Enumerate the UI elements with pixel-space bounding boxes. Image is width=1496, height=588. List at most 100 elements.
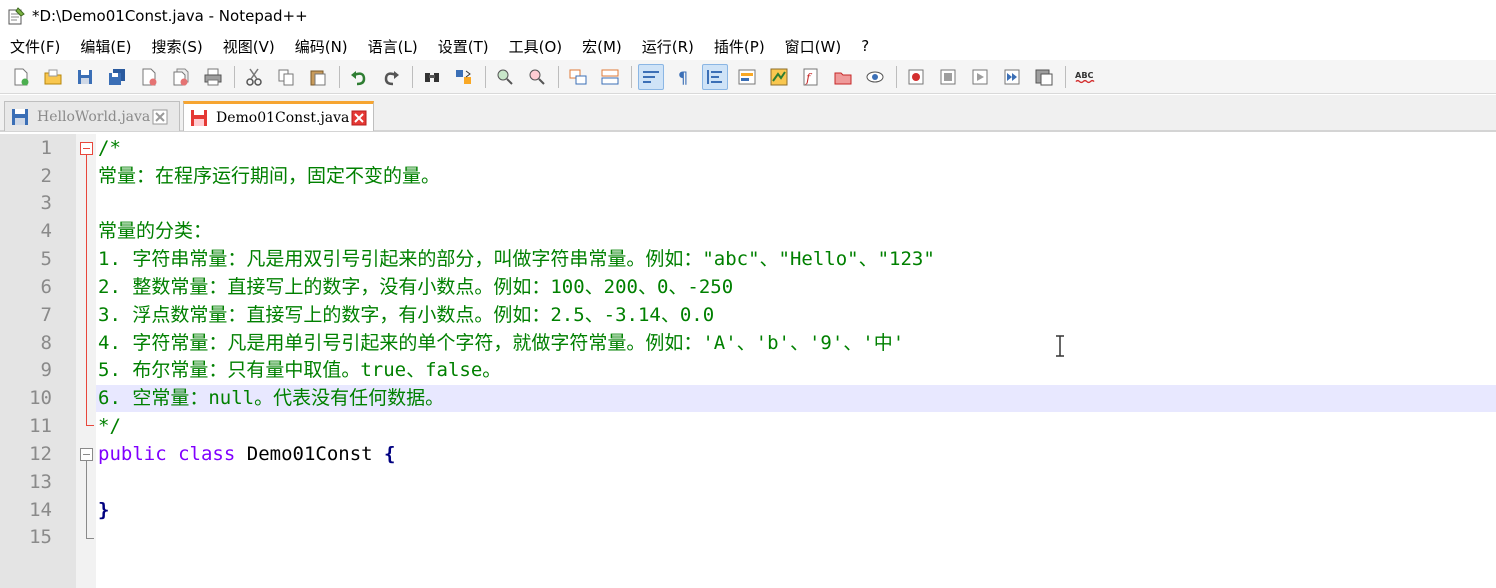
tab-helloworld[interactable]: HelloWorld.java	[4, 101, 180, 131]
copy-icon[interactable]	[273, 64, 299, 90]
menu-search[interactable]: 搜索(S)	[152, 36, 203, 57]
code-line: 4. 字符常量：凡是用单引号引起来的单个字符，就做字符常量。例如：'A'、'b'…	[98, 332, 905, 354]
line-number: 1	[40, 137, 52, 159]
menu-language[interactable]: 语言(L)	[368, 36, 418, 57]
paste-icon[interactable]	[305, 64, 331, 90]
line-number: 8	[40, 332, 52, 354]
stop-record-icon[interactable]	[935, 64, 961, 90]
keyword-public: public	[98, 443, 167, 465]
unsaved-file-icon	[191, 109, 207, 126]
monitoring-icon[interactable]	[862, 64, 888, 90]
fold-guide	[86, 155, 87, 425]
close-brace: }	[98, 499, 110, 521]
spell-check-icon[interactable]: ABC	[1072, 64, 1098, 90]
toolbar: ¶ f ABC	[0, 60, 1496, 94]
line-number: 2	[40, 165, 52, 187]
menu-settings[interactable]: 设置(T)	[438, 36, 489, 57]
menu-macro[interactable]: 宏(M)	[582, 36, 622, 57]
fold-toggle-class[interactable]	[80, 448, 93, 461]
line-number: 13	[29, 471, 52, 493]
line-number: 12	[29, 443, 52, 465]
menu-run[interactable]: 运行(R)	[642, 36, 694, 57]
text-cursor-icon	[1056, 335, 1064, 357]
close-icon[interactable]	[136, 64, 162, 90]
code-line: /*	[98, 137, 121, 159]
cut-icon[interactable]	[241, 64, 267, 90]
toolbar-separator	[412, 65, 413, 88]
code-line: 常量的分类：	[98, 220, 213, 242]
line-number: 15	[29, 526, 52, 548]
save-all-icon[interactable]	[104, 64, 130, 90]
toolbar-separator	[1065, 65, 1066, 88]
folder-as-workspace-icon[interactable]	[830, 64, 856, 90]
toolbar-separator	[234, 65, 235, 88]
line-number: 5	[40, 248, 52, 270]
line-number: 10	[29, 387, 52, 409]
save-macro-icon[interactable]	[1031, 64, 1057, 90]
window-title: *D:\Demo01Const.java - Notepad++	[32, 7, 308, 25]
class-name: Demo01Const	[246, 443, 373, 465]
redo-icon[interactable]	[378, 64, 404, 90]
fold-toggle-comment[interactable]	[80, 142, 93, 155]
fold-guide-end	[86, 538, 94, 539]
menu-bar: 文件(F) 编辑(E) 搜索(S) 视图(V) 编码(N) 语言(L) 设置(T…	[0, 32, 1496, 60]
function-list-icon[interactable]: f	[798, 64, 824, 90]
line-number: 14	[29, 499, 52, 521]
toolbar-separator	[485, 65, 486, 88]
word-wrap-icon[interactable]	[638, 63, 664, 90]
sync-vertical-icon[interactable]	[565, 64, 591, 90]
code-line: public class Demo01Const {	[98, 441, 396, 468]
line-number: 11	[29, 415, 52, 437]
code-line: 1. 字符串常量：凡是用双引号引起来的部分，叫做字符串常量。例如："abc"、"…	[98, 248, 935, 270]
playback-macro-icon[interactable]	[967, 64, 993, 90]
zoom-in-icon[interactable]	[492, 64, 518, 90]
menu-tools[interactable]: 工具(O)	[509, 36, 563, 57]
new-file-icon[interactable]	[8, 64, 34, 90]
tab-label: Demo01Const.java	[216, 109, 350, 126]
line-number: 9	[40, 359, 52, 381]
menu-view[interactable]: 视图(V)	[223, 36, 275, 57]
title-bar: *D:\Demo01Const.java - Notepad++	[0, 0, 1496, 32]
indent-guide-icon[interactable]	[702, 63, 728, 90]
spell-check-label: ABC	[1075, 69, 1094, 79]
user-defined-language-icon[interactable]	[734, 64, 760, 90]
record-macro-icon[interactable]	[903, 64, 929, 90]
show-all-characters-icon[interactable]: ¶	[670, 64, 696, 90]
toolbar-separator	[339, 65, 340, 88]
close-tab-icon[interactable]	[351, 110, 367, 126]
code-line: 常量：在程序运行期间，固定不变的量。	[98, 165, 441, 187]
find-icon[interactable]	[419, 64, 445, 90]
line-number: 3	[40, 192, 52, 214]
menu-window[interactable]: 窗口(W)	[785, 36, 842, 57]
open-file-icon[interactable]	[40, 64, 66, 90]
menu-help[interactable]: ?	[861, 37, 869, 55]
toolbar-separator	[558, 65, 559, 88]
line-number: 4	[40, 220, 52, 242]
document-map-icon[interactable]	[766, 64, 792, 90]
toolbar-separator	[896, 65, 897, 88]
code-line: 2. 整数常量：直接写上的数字，没有小数点。例如：100、200、0、-250	[98, 276, 734, 298]
toolbar-separator	[631, 65, 632, 88]
zoom-out-icon[interactable]	[524, 64, 550, 90]
sync-horizontal-icon[interactable]	[597, 64, 623, 90]
menu-plugins[interactable]: 插件(P)	[714, 36, 765, 57]
tab-demo01const[interactable]: Demo01Const.java	[183, 101, 374, 131]
print-icon[interactable]	[200, 64, 226, 90]
menu-encoding[interactable]: 编码(N)	[295, 36, 348, 57]
replace-icon[interactable]	[451, 64, 477, 90]
fold-guide	[86, 461, 87, 538]
menu-edit[interactable]: 编辑(E)	[80, 36, 131, 57]
run-macro-multiple-icon[interactable]	[999, 64, 1025, 90]
undo-icon[interactable]	[346, 64, 372, 90]
close-tab-icon[interactable]	[152, 109, 168, 125]
code-line: */	[98, 415, 121, 437]
code-line: 6. 空常量：null。代表没有任何数据。	[98, 387, 445, 409]
code-line: }	[98, 497, 109, 524]
code-line: 5. 布尔常量：只有量中取值。true、false。	[98, 359, 502, 381]
menu-file[interactable]: 文件(F)	[10, 36, 60, 57]
save-icon[interactable]	[72, 64, 98, 90]
line-number: 6	[40, 276, 52, 298]
tab-label: HelloWorld.java	[37, 108, 151, 125]
close-all-icon[interactable]	[168, 64, 194, 90]
notepad-plus-plus-icon	[8, 7, 25, 25]
